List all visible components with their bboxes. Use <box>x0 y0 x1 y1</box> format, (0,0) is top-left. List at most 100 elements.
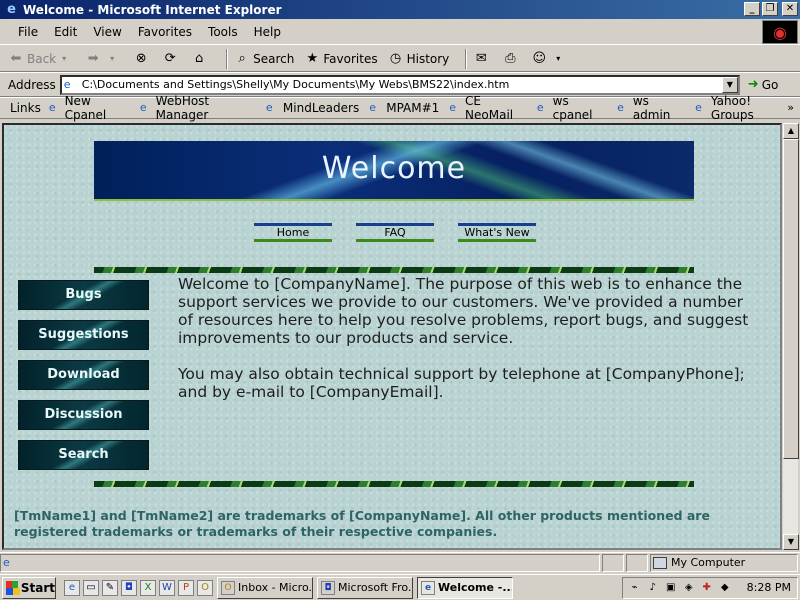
messenger-icon: ☺ <box>532 50 547 66</box>
main-text: Welcome to [CompanyName]. The purpose of… <box>178 275 756 419</box>
link-page-icon: e <box>695 100 702 114</box>
go-label: Go <box>761 77 779 92</box>
history-label: History <box>406 51 450 66</box>
link-ce-neomail[interactable]: e CE NeoMail <box>449 94 527 122</box>
toolbar-separator <box>226 48 229 69</box>
menu-edit[interactable]: Edit <box>54 25 77 39</box>
outlook-quicklaunch-icon[interactable]: O <box>197 579 213 596</box>
link-page-icon: e <box>449 100 457 114</box>
stop-button[interactable]: ⊗ <box>133 51 152 67</box>
page-content: Welcome Home FAQ What's New Bugs Suggest… <box>2 123 782 550</box>
nav-faq-button[interactable]: FAQ <box>356 223 434 242</box>
tray-network-icon[interactable]: ⌁ <box>629 582 641 594</box>
back-arrow-icon: ⬅ <box>10 50 22 66</box>
word-quicklaunch-icon[interactable]: W <box>159 579 175 596</box>
status-page-icon: e <box>3 556 10 569</box>
forward-button[interactable]: ➡ ▾ <box>85 51 123 67</box>
print-button[interactable]: ⎙ <box>502 51 521 67</box>
link-page-icon: e <box>369 100 376 114</box>
maximize-button[interactable]: ❐ <box>762 2 778 16</box>
link-label: CE NeoMail <box>465 93 514 122</box>
menu-view[interactable]: View <box>93 25 121 39</box>
my-computer-icon <box>653 556 667 569</box>
decorative-divider-bottom <box>94 481 694 487</box>
tray-app-icon[interactable]: ◆ <box>719 582 731 594</box>
search-icon: ⌕ <box>238 50 246 66</box>
tray-clock[interactable]: 8:28 PM <box>747 581 791 594</box>
task-inbox[interactable]: O Inbox - Micro... <box>217 576 313 599</box>
link-new-cpanel[interactable]: e New Cpanel <box>49 94 130 122</box>
tray-connection-icon[interactable]: ◈ <box>683 582 695 594</box>
messenger-button[interactable]: ☺ ▾ <box>531 51 569 67</box>
forward-dropdown-icon[interactable]: ▾ <box>104 51 120 67</box>
banner-title: Welcome <box>321 150 467 186</box>
desktop-quicklaunch-icon[interactable]: ▭ <box>83 579 99 596</box>
address-input[interactable]: e C:\Documents and Settings\Shelly\My Do… <box>59 74 740 95</box>
print-icon: ⎙ <box>505 50 516 66</box>
task-frontpage[interactable]: ◘ Microsoft Fro... <box>317 576 413 599</box>
menu-help[interactable]: Help <box>254 25 281 39</box>
link-label: New Cpanel <box>64 93 107 122</box>
home-icon: ⌂ <box>195 50 204 66</box>
favorites-button[interactable]: ★ Favorites <box>304 51 378 67</box>
powerpoint-quicklaunch-icon[interactable]: P <box>178 579 194 596</box>
address-dropdown-button[interactable]: ▼ <box>721 76 738 93</box>
nav-whats-new-button[interactable]: What's New <box>458 223 536 242</box>
scroll-up-arrow[interactable]: ▲ <box>783 123 799 139</box>
ie-quicklaunch-icon[interactable]: e <box>64 579 80 596</box>
decorative-divider-top <box>94 267 694 273</box>
task-welcome[interactable]: e Welcome -... <box>417 576 513 599</box>
refresh-button[interactable]: ⟳ <box>162 51 181 67</box>
nav-home-button[interactable]: Home <box>254 223 332 242</box>
back-dropdown-icon[interactable]: ▾ <box>56 51 72 67</box>
ie-task-icon: e <box>421 580 435 595</box>
intro-paragraph: Welcome to [CompanyName]. The purpose of… <box>178 275 749 347</box>
link-label: WebHost Manager <box>155 93 210 122</box>
tray-antivirus-icon[interactable]: ✚ <box>701 582 713 594</box>
task-welcome-label: Welcome -... <box>438 581 513 594</box>
link-label: ws admin <box>632 93 671 122</box>
menu-file[interactable]: File <box>18 25 38 39</box>
side-bugs-button[interactable]: Bugs <box>18 280 149 310</box>
isp-logo-icon: ◉ <box>773 22 787 42</box>
start-button[interactable]: Start <box>2 576 56 599</box>
menu-tools[interactable]: Tools <box>208 25 238 39</box>
link-ws-admin[interactable]: e ws admin <box>617 94 685 122</box>
frontpage-quicklaunch-icon[interactable]: ◘ <box>121 579 137 596</box>
mail-button[interactable]: ✉ <box>473 51 492 67</box>
side-suggestions-button[interactable]: Suggestions <box>18 320 149 350</box>
vertical-scrollbar[interactable]: ▲ ▼ <box>782 123 799 550</box>
excel-quicklaunch-icon[interactable]: X <box>140 579 156 596</box>
links-more-chevron[interactable]: » <box>787 101 794 114</box>
search-button[interactable]: ⌕ Search <box>234 50 295 67</box>
link-mindleaders[interactable]: e MindLeaders <box>266 101 359 115</box>
link-mpam1[interactable]: e MPAM#1 <box>369 101 439 115</box>
forward-arrow-icon: ➡ <box>87 50 99 66</box>
security-zone-pane: My Computer <box>650 553 798 572</box>
menu-favorites[interactable]: Favorites <box>138 25 192 39</box>
close-button[interactable]: ✕ <box>782 2 798 16</box>
scroll-down-arrow[interactable]: ▼ <box>783 534 799 550</box>
back-button[interactable]: ⬅ Back ▾ <box>8 51 75 67</box>
minimize-button[interactable]: _ <box>744 2 760 16</box>
link-page-icon: e <box>536 100 544 114</box>
status-pane-empty <box>602 553 624 572</box>
side-search-button[interactable]: Search <box>18 440 149 470</box>
messenger-dropdown-icon[interactable]: ▾ <box>550 51 566 67</box>
history-button[interactable]: ◷ History <box>388 51 450 67</box>
side-download-button[interactable]: Download <box>18 360 149 390</box>
link-page-icon: e <box>617 100 624 114</box>
favorites-label: Favorites <box>323 51 378 66</box>
side-discussion-button[interactable]: Discussion <box>18 400 149 430</box>
go-button[interactable]: ➜ Go <box>748 77 779 92</box>
scroll-thumb[interactable] <box>783 139 799 459</box>
link-yahoo-groups[interactable]: e Yahoo! Groups <box>695 94 790 122</box>
link-webhost-manager[interactable]: e WebHost Manager <box>140 94 256 122</box>
tray-volume-icon[interactable]: ♪ <box>647 582 659 594</box>
home-button[interactable]: ⌂ <box>191 51 210 67</box>
link-label: MPAM#1 <box>386 100 440 115</box>
link-ws-cpanel[interactable]: e ws cpanel <box>537 94 607 122</box>
status-message-pane: e <box>0 553 600 572</box>
notepad-quicklaunch-icon[interactable]: ✎ <box>102 579 118 596</box>
tray-monitor-icon[interactable]: ▣ <box>665 582 677 594</box>
